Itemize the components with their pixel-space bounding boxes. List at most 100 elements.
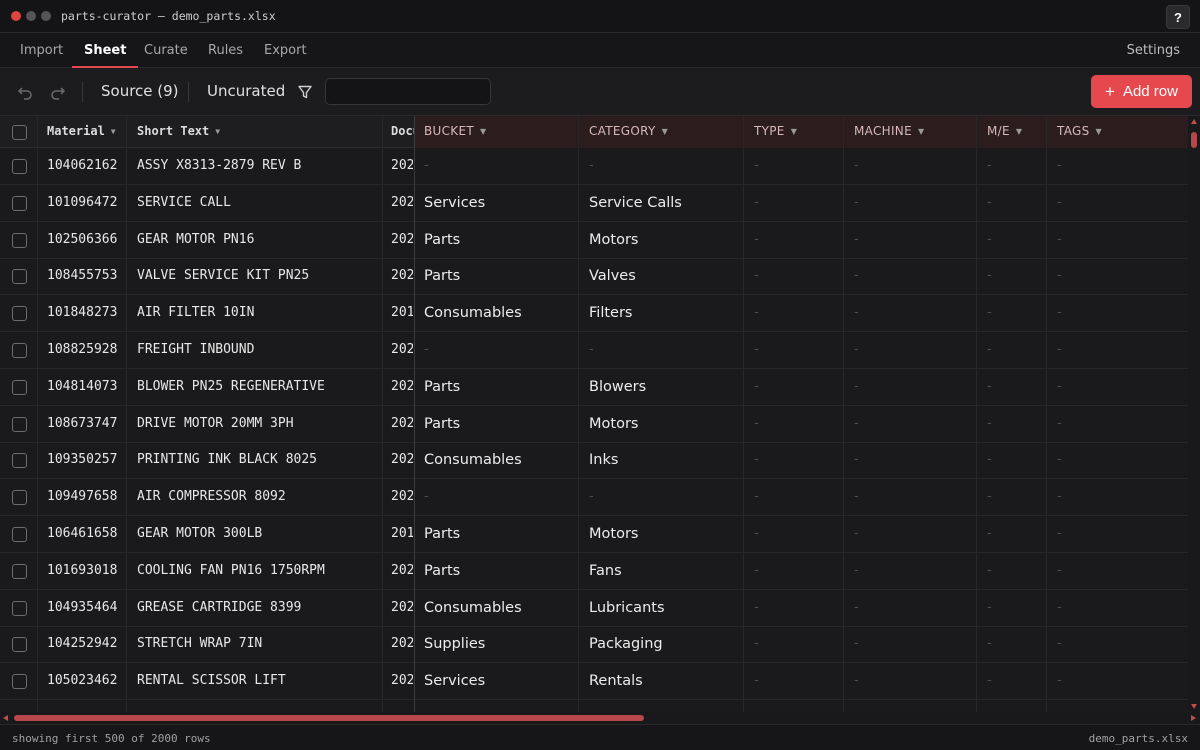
column-header-category[interactable]: CATEGORY ▼ [589, 116, 739, 148]
filter-icon[interactable] [297, 84, 313, 100]
cell-category[interactable]: Fans [589, 553, 739, 589]
cell-m-e[interactable]: - [987, 442, 1027, 478]
cell-material[interactable]: 108825928 [47, 332, 125, 368]
cell-bucket[interactable]: Parts [424, 258, 574, 294]
cell-bucket[interactable]: Consumables [424, 590, 574, 626]
table-row[interactable]: 108825928 FREIGHT INBOUND 202- - - - - - [0, 332, 1188, 369]
cell-material[interactable]: 105023462 [47, 663, 125, 699]
column-header-document[interactable]: Docu [391, 116, 414, 148]
cell-bucket[interactable]: - [424, 148, 574, 184]
cell-tags[interactable]: - [1057, 663, 1097, 699]
table-row[interactable]: 104814073 BLOWER PN25 REGENERATIVE 202 Part… [0, 369, 1188, 406]
cell-bucket[interactable]: Supplies [424, 626, 574, 662]
cell-machine[interactable]: - [854, 590, 894, 626]
column-header-machine[interactable]: MACHINE ▼ [854, 116, 974, 148]
row-checkbox[interactable] [12, 674, 27, 690]
cell-m-e[interactable]: - [987, 406, 1027, 442]
scroll-down-arrow-icon[interactable] [1191, 704, 1197, 709]
cell-document[interactable]: 202 [391, 553, 413, 589]
cell-type[interactable]: - [754, 406, 794, 442]
cell-tags[interactable]: - [1057, 516, 1097, 552]
cell-document[interactable]: 202 [391, 369, 413, 405]
tab-import[interactable]: Import [20, 33, 63, 68]
cell-category[interactable]: Packaging [589, 626, 739, 662]
row-checkbox[interactable] [12, 159, 27, 174]
cell-m-e[interactable]: - [987, 222, 1027, 258]
cell-material[interactable]: 109350257 [47, 442, 125, 478]
cell-short-text[interactable]: GREASE CARTRIDGE 8399 [137, 590, 377, 626]
cell-type[interactable]: - [754, 553, 794, 589]
cell-material[interactable]: 104814073 [47, 369, 125, 405]
row-checkbox[interactable] [12, 527, 27, 542]
cell-category[interactable]: Motors [589, 406, 739, 442]
cell-tags[interactable]: - [1057, 295, 1097, 331]
cell-machine[interactable]: - [854, 369, 894, 405]
row-checkbox[interactable] [12, 453, 27, 469]
cell-material[interactable]: 104935464 [47, 590, 125, 626]
row-checkbox[interactable] [12, 637, 27, 653]
cell-document[interactable]: 201 [391, 295, 413, 331]
cell-category[interactable]: Blowers [589, 369, 739, 405]
cell-m-e[interactable]: - [987, 258, 1027, 294]
cell-type[interactable]: - [754, 295, 794, 331]
cell-document[interactable]: 202 [391, 442, 413, 478]
cell-short-text[interactable]: FREIGHT INBOUND [137, 332, 377, 368]
column-header-material[interactable]: Material ▼ [47, 116, 127, 148]
row-checkbox[interactable] [12, 416, 27, 432]
cell-machine[interactable]: - [854, 222, 894, 258]
cell-machine[interactable]: - [854, 479, 894, 515]
row-checkbox[interactable] [12, 600, 27, 616]
redo-icon[interactable] [50, 84, 66, 100]
cell-bucket[interactable]: Consumables [424, 295, 574, 331]
minimize-window-button[interactable] [26, 11, 36, 21]
cell-bucket[interactable]: Services [424, 663, 574, 699]
tab-export[interactable]: Export [264, 33, 307, 68]
cell-short-text[interactable]: PRINTING INK BLACK 8025 [137, 442, 377, 478]
maximize-window-button[interactable] [41, 11, 51, 21]
cell-short-text[interactable]: AIR FILTER 10IN [137, 295, 377, 331]
cell-material[interactable]: 108673747 [47, 406, 125, 442]
cell-type[interactable]: - [754, 479, 794, 515]
cell-short-text[interactable]: DRIVE MOTOR 20MM 3PH [137, 406, 377, 442]
cell-machine[interactable]: - [854, 148, 894, 184]
row-checkbox[interactable] [12, 490, 27, 506]
cell-m-e[interactable]: - [987, 663, 1027, 699]
cell-m-e[interactable]: - [987, 185, 1027, 221]
row-checkbox[interactable] [12, 232, 27, 248]
cell-material[interactable]: 104252942 [47, 626, 125, 662]
row-checkbox[interactable] [12, 563, 27, 579]
table-row[interactable]: 109497658 AIR COMPRESSOR 8092 202- - - - - - [0, 479, 1188, 517]
cell-tags[interactable]: - [1057, 148, 1097, 184]
close-window-button[interactable] [11, 11, 21, 21]
uncurated-filter-button[interactable]: Uncurated [207, 82, 285, 100]
cell-tags[interactable]: - [1057, 332, 1097, 368]
cell-bucket[interactable]: Consumables [424, 442, 574, 478]
cell-material[interactable]: 101848273 [47, 295, 125, 331]
cell-machine[interactable]: - [854, 295, 894, 331]
cell-machine[interactable]: - [854, 406, 894, 442]
cell-short-text[interactable]: STRETCH WRAP 7IN [137, 626, 377, 662]
vertical-scrollbar[interactable] [1188, 116, 1200, 712]
cell-m-e[interactable]: - [987, 332, 1027, 368]
cell-document[interactable]: 202 [391, 185, 413, 221]
table-row[interactable]: 104935464 GREASE CARTRIDGE 8399 202 Consuma… [0, 590, 1188, 627]
vertical-scroll-thumb[interactable] [1191, 132, 1197, 148]
cell-type[interactable]: - [754, 516, 794, 552]
cell-document[interactable]: 202 [391, 148, 413, 184]
cell-category[interactable]: - [589, 332, 739, 368]
column-header-short-text[interactable]: Short Text ▼ [137, 116, 377, 148]
search-input[interactable] [325, 78, 491, 105]
table-row[interactable]: 105023462 RENTAL SCISSOR LIFT 202 Services R… [0, 663, 1188, 701]
tab-sheet[interactable]: Sheet [71, 33, 140, 68]
settings-link[interactable]: Settings [1127, 33, 1180, 68]
cell-document[interactable]: 202 [391, 332, 413, 368]
cell-document[interactable]: 202 [391, 406, 413, 442]
cell-tags[interactable]: - [1057, 185, 1097, 221]
cell-category[interactable]: Service Calls [589, 185, 739, 221]
cell-bucket[interactable]: Services [424, 185, 574, 221]
cell-category[interactable]: Inks [589, 442, 739, 478]
cell-tags[interactable]: - [1057, 479, 1097, 515]
cell-tags[interactable]: - [1057, 258, 1097, 294]
cell-category[interactable]: Lubricants [589, 590, 739, 626]
cell-type[interactable]: - [754, 369, 794, 405]
